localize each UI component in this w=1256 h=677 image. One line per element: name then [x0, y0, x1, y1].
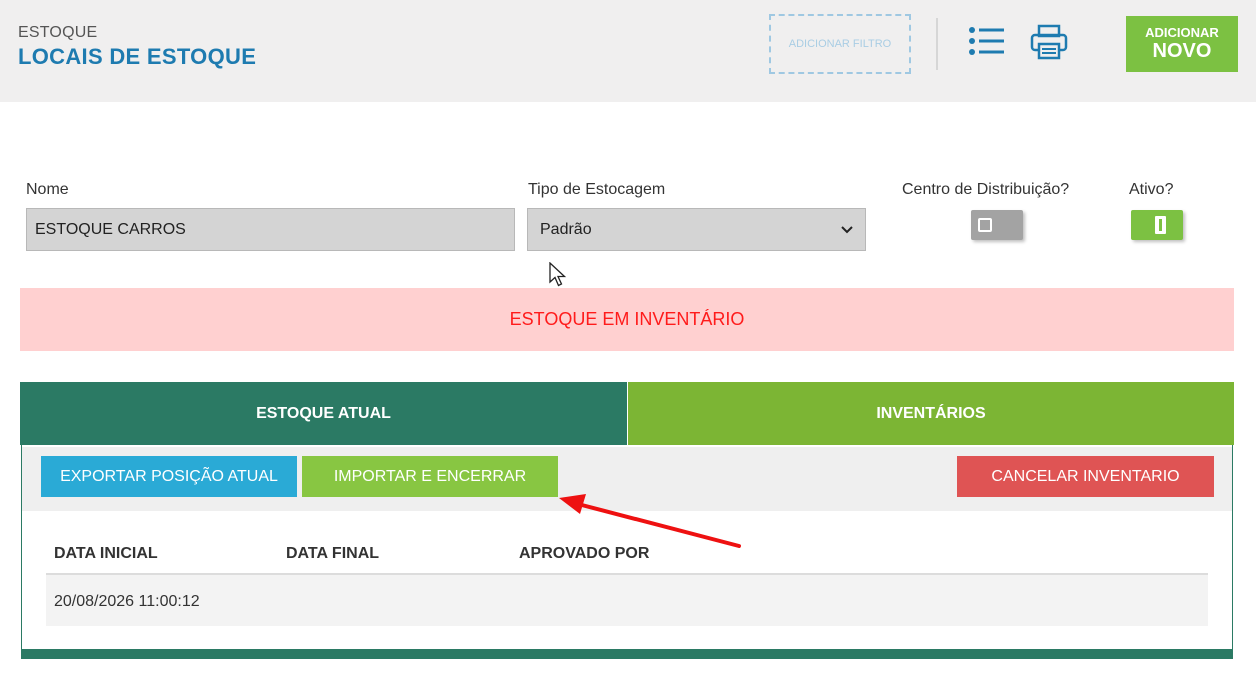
- page-title: LOCAIS DE ESTOQUE: [18, 44, 257, 69]
- active-label: Ativo?: [1129, 181, 1174, 198]
- tab-current-stock[interactable]: ESTOQUE ATUAL: [20, 382, 627, 445]
- toggle-off-knob: [978, 218, 992, 232]
- breadcrumb[interactable]: ESTOQUE: [18, 24, 97, 42]
- storage-type-select[interactable]: Padrão: [527, 208, 866, 251]
- add-new-button-line2: NOVO: [1152, 40, 1212, 62]
- inventory-alert-banner: ESTOQUE EM INVENTÁRIO: [20, 288, 1234, 351]
- column-header-start-date[interactable]: DATA INICIAL: [54, 545, 158, 563]
- add-filter-button[interactable]: ADICIONAR FILTRO: [769, 14, 911, 74]
- chevron-down-icon: [841, 225, 853, 233]
- active-toggle[interactable]: [1131, 210, 1183, 240]
- add-new-button-line1: ADICIONAR: [1145, 25, 1219, 40]
- distribution-center-toggle[interactable]: [971, 210, 1023, 240]
- panel-bottom-bar: [21, 649, 1233, 659]
- name-label: Nome: [26, 181, 69, 198]
- tab-inventories[interactable]: INVENTÁRIOS: [628, 382, 1234, 445]
- page-header: ESTOQUE LOCAIS DE ESTOQUE ADICIONAR FILT…: [0, 0, 1256, 102]
- list-icon[interactable]: [968, 26, 1006, 58]
- tab-current-stock-label: ESTOQUE ATUAL: [256, 404, 391, 422]
- cancel-inventory-button[interactable]: CANCELAR INVENTARIO: [957, 456, 1214, 497]
- header-divider: [936, 18, 938, 70]
- toggle-on-knob: [1155, 216, 1166, 234]
- table-row[interactable]: [46, 575, 1208, 626]
- add-new-button[interactable]: ADICIONAR NOVO: [1126, 16, 1238, 72]
- storage-type-value: Padrão: [540, 220, 592, 238]
- export-current-position-button[interactable]: EXPORTAR POSIÇÃO ATUAL: [41, 456, 297, 497]
- cell-start-date: 20/08/2026 11:00:12: [54, 593, 200, 610]
- annotation-arrow-icon: [559, 494, 741, 548]
- distribution-center-label: Centro de Distribuição?: [902, 181, 1070, 198]
- printer-icon[interactable]: [1030, 24, 1068, 60]
- column-header-end-date[interactable]: DATA FINAL: [286, 545, 379, 563]
- tab-inventories-label: INVENTÁRIOS: [876, 404, 986, 422]
- storage-type-label: Tipo de Estocagem: [528, 181, 666, 198]
- import-and-close-button[interactable]: IMPORTAR E ENCERRAR: [302, 456, 558, 497]
- mouse-cursor-icon: [549, 262, 567, 287]
- name-input[interactable]: [26, 208, 515, 251]
- inventory-alert-text: ESTOQUE EM INVENTÁRIO: [509, 309, 745, 329]
